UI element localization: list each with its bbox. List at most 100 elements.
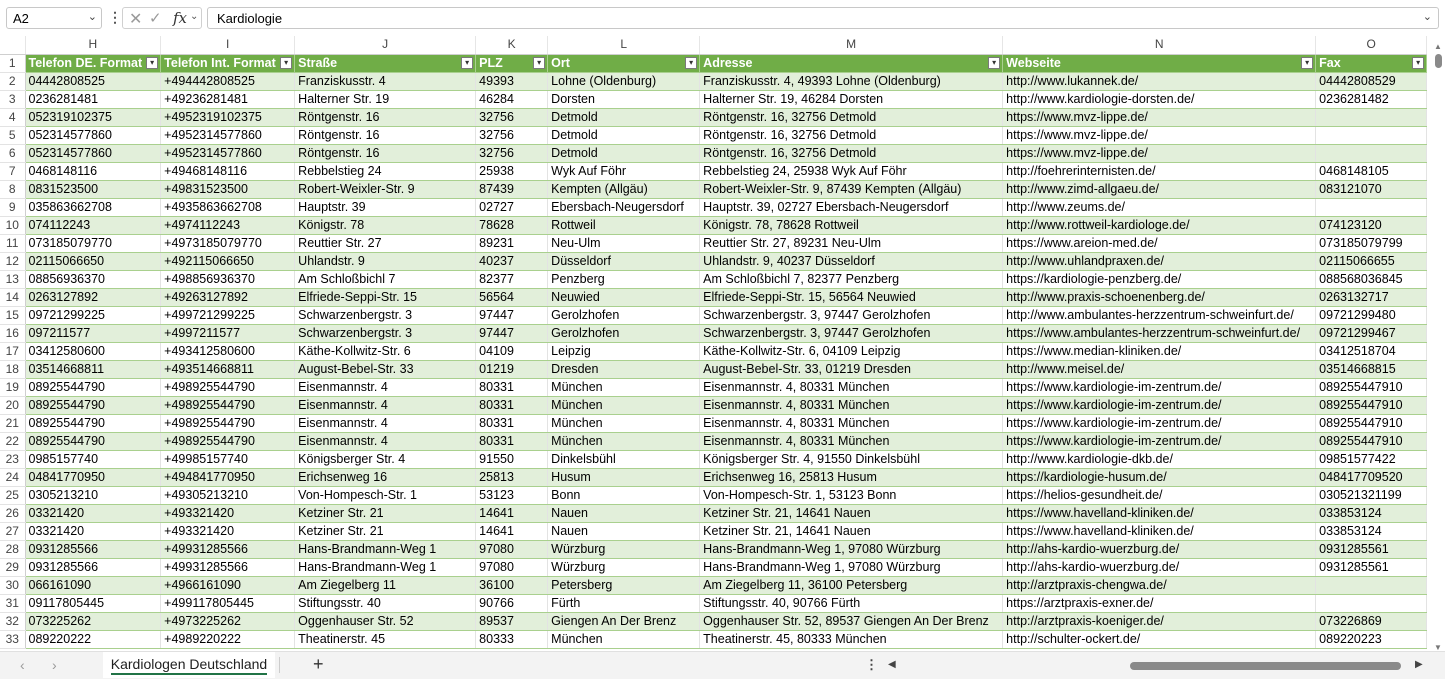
cell[interactable]: https://www.havelland-kliniken.de/ xyxy=(1002,504,1317,523)
cell[interactable] xyxy=(1315,144,1428,163)
cell[interactable]: Von-Hompesch-Str. 1, 53123 Bonn xyxy=(699,486,1004,505)
cell[interactable]: Elfriede-Seppi-Str. 15 xyxy=(294,288,477,307)
cell[interactable]: +498925544790 xyxy=(160,378,296,397)
filter-dropdown-icon[interactable]: ▾ xyxy=(280,56,293,69)
cell[interactable]: 09851577422 xyxy=(1315,450,1428,469)
cell[interactable]: Gerolzhofen xyxy=(547,306,701,325)
cell[interactable]: Halterner Str. 19, 46284 Dorsten xyxy=(699,90,1004,109)
cell[interactable]: Eisenmannstr. 4 xyxy=(294,378,477,397)
cell[interactable]: 80331 xyxy=(475,378,549,397)
cell[interactable]: 89537 xyxy=(475,612,549,631)
row-number[interactable]: 17 xyxy=(0,342,26,361)
cell[interactable]: +49236281481 xyxy=(160,90,296,109)
cell[interactable]: +4974112243 xyxy=(160,216,296,235)
cell[interactable]: 97447 xyxy=(475,306,549,325)
row-number[interactable]: 23 xyxy=(0,450,26,469)
row-number[interactable]: 32 xyxy=(0,612,26,631)
cell[interactable]: Franziskusstr. 4 xyxy=(294,72,477,91)
cell[interactable]: http://www.meisel.de/ xyxy=(1002,360,1317,379)
cell[interactable]: Husum xyxy=(547,468,701,487)
cell[interactable]: Robert-Weixler-Str. 9, 87439 Kempten (Al… xyxy=(699,180,1004,199)
cell[interactable]: +493412580600 xyxy=(160,342,296,361)
cell[interactable]: +4952319102375 xyxy=(160,108,296,127)
cell[interactable]: August-Bebel-Str. 33 xyxy=(294,360,477,379)
cell[interactable]: 09721299480 xyxy=(1315,306,1428,325)
filter-dropdown-icon[interactable]: ▾ xyxy=(146,56,159,69)
column-header[interactable]: N xyxy=(1002,36,1317,55)
row-number[interactable]: 26 xyxy=(0,504,26,523)
row-number[interactable]: 2 xyxy=(0,72,26,91)
name-box[interactable]: A2 ⌄ xyxy=(6,7,102,29)
row-number[interactable]: 20 xyxy=(0,396,26,415)
cell[interactable]: Petersberg xyxy=(547,576,701,595)
cell[interactable]: Würzburg xyxy=(547,540,701,559)
cell[interactable]: Dorsten xyxy=(547,90,701,109)
filter-dropdown-icon[interactable]: ▾ xyxy=(988,56,1001,69)
cell[interactable]: 088568036845 xyxy=(1315,270,1428,289)
cell[interactable]: +498925544790 xyxy=(160,414,296,433)
cell[interactable]: 089220222 xyxy=(25,630,162,649)
cell[interactable]: Am Ziegelberg 11, 36100 Petersberg xyxy=(699,576,1004,595)
cell[interactable]: 01219 xyxy=(475,360,549,379)
cell[interactable]: Röntgenstr. 16, 32756 Detmold xyxy=(699,144,1004,163)
row-number[interactable]: 8 xyxy=(0,180,26,199)
cell[interactable]: http://schulter-ockert.de/ xyxy=(1002,630,1317,649)
cell[interactable]: https://www.median-kliniken.de/ xyxy=(1002,342,1317,361)
scroll-right-icon[interactable]: ▶ xyxy=(1415,659,1423,670)
cell[interactable]: 089255447910 xyxy=(1315,432,1428,451)
cell[interactable]: Am Schloßbichl 7 xyxy=(294,270,477,289)
cell[interactable]: Eisenmannstr. 4, 80331 München xyxy=(699,396,1004,415)
cell[interactable]: 04442808529 xyxy=(1315,72,1428,91)
cell[interactable]: 02115066655 xyxy=(1315,252,1428,271)
cell[interactable]: Stiftungsstr. 40 xyxy=(294,594,477,613)
row-number[interactable]: 10 xyxy=(0,216,26,235)
cell[interactable]: Hauptstr. 39, 02727 Ebersbach-Neugersdor… xyxy=(699,198,1004,217)
cell[interactable]: 0263127892 xyxy=(25,288,162,307)
cell[interactable]: 089220223 xyxy=(1315,630,1428,649)
cell[interactable]: 030521321199 xyxy=(1315,486,1428,505)
filter-dropdown-icon[interactable]: ▾ xyxy=(1412,56,1425,69)
cell[interactable]: Rebbelstieg 24 xyxy=(294,162,477,181)
row-number[interactable]: 6 xyxy=(0,144,26,163)
cell[interactable]: 14641 xyxy=(475,522,549,541)
cell[interactable]: Eisenmannstr. 4 xyxy=(294,396,477,415)
row-number[interactable]: 11 xyxy=(0,234,26,253)
cell[interactable]: Bonn xyxy=(547,486,701,505)
cell[interactable]: Schwarzenbergstr. 3 xyxy=(294,324,477,343)
cell[interactable]: 80331 xyxy=(475,414,549,433)
cell[interactable]: Röntgenstr. 16 xyxy=(294,144,477,163)
cell[interactable]: 08925544790 xyxy=(25,432,162,451)
insert-function-icon[interactable]: fx xyxy=(173,9,187,27)
cell[interactable]: 0236281482 xyxy=(1315,90,1428,109)
cell[interactable]: Stiftungsstr. 40, 90766 Fürth xyxy=(699,594,1004,613)
cell[interactable]: Ketziner Str. 21, 14641 Nauen xyxy=(699,522,1004,541)
cell[interactable]: 0236281481 xyxy=(25,90,162,109)
cell[interactable]: 097211577 xyxy=(25,324,162,343)
scroll-up-icon[interactable]: ▲ xyxy=(1434,42,1442,51)
cell[interactable]: Röntgenstr. 16, 32756 Detmold xyxy=(699,126,1004,145)
cell[interactable]: +494442808525 xyxy=(160,72,296,91)
cell[interactable]: +492115066650 xyxy=(160,252,296,271)
cell[interactable]: 073226869 xyxy=(1315,612,1428,631)
header-cell[interactable]: Ort ▾ xyxy=(547,54,701,73)
cell[interactable]: Lohne (Oldenburg) xyxy=(547,72,701,91)
header-cell[interactable]: Telefon DE. Format ▾ xyxy=(25,54,162,73)
cell[interactable]: München xyxy=(547,432,701,451)
cell[interactable]: 46284 xyxy=(475,90,549,109)
row-number[interactable]: 29 xyxy=(0,558,26,577)
chevron-down-icon[interactable]: ⌄ xyxy=(190,11,198,22)
cell[interactable]: 0985157740 xyxy=(25,450,162,469)
cell[interactable]: 066161090 xyxy=(25,576,162,595)
cell[interactable]: Eisenmannstr. 4, 80331 München xyxy=(699,414,1004,433)
cell[interactable]: Ketziner Str. 21 xyxy=(294,522,477,541)
cell[interactable]: Schwarzenbergstr. 3 xyxy=(294,306,477,325)
cell[interactable]: Käthe-Kollwitz-Str. 6 xyxy=(294,342,477,361)
cell[interactable]: 97447 xyxy=(475,324,549,343)
cell[interactable]: 052319102375 xyxy=(25,108,162,127)
cell[interactable]: https://www.areion-med.de/ xyxy=(1002,234,1317,253)
cell[interactable]: Königstr. 78, 78628 Rottweil xyxy=(699,216,1004,235)
cell[interactable]: +494841770950 xyxy=(160,468,296,487)
cell[interactable]: 89231 xyxy=(475,234,549,253)
spreadsheet-grid[interactable]: H I J K L M N O 1 Telefon DE. Format ▾ Telefon Int.… xyxy=(0,36,1428,649)
cell[interactable]: Käthe-Kollwitz-Str. 6, 04109 Leipzig xyxy=(699,342,1004,361)
